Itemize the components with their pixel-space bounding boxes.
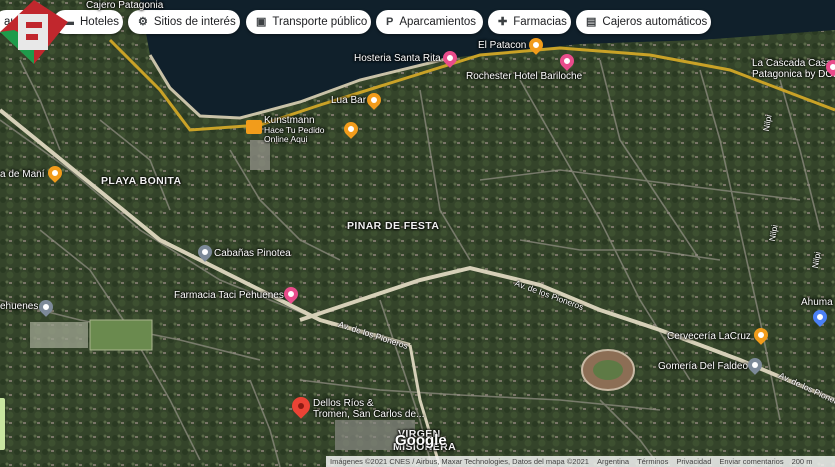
kunstmann-logo-icon[interactable]: [246, 120, 262, 134]
map-footer: Imágenes ©2021 CNES / Airbus, Maxar Tech…: [326, 456, 835, 467]
google-logo: Google: [395, 432, 447, 449]
category-filter-bar: aurantes ▬ Hoteles ⚙ Sitios de interés ▣…: [0, 10, 835, 36]
place-cerveceria[interactable]: Cervecería LaCruz: [667, 331, 751, 342]
place-lua-bar[interactable]: Lua Bar: [331, 95, 366, 106]
terms-link[interactable]: Términos: [637, 457, 668, 466]
chip-attractions[interactable]: ⚙ Sitios de interés: [128, 10, 240, 34]
selected-place-line2[interactable]: Tromen, San Carlos de...: [313, 409, 424, 420]
chip-atms[interactable]: ▤ Cajeros automáticos: [576, 10, 711, 34]
chip-parking[interactable]: P Aparcamientos: [376, 10, 483, 34]
place-gomeria[interactable]: Gomería Del Faldeo: [658, 361, 748, 372]
selected-place-line1[interactable]: Dellos Ríos &: [313, 398, 374, 409]
privacy-link[interactable]: Privacidad: [676, 457, 711, 466]
place-rochester-hotel[interactable]: Rochester Hotel Bariloche: [466, 71, 582, 82]
area-playa-bonita: PLAYA BONITA: [101, 175, 182, 187]
area-pinar-de-festa: PINAR DE FESTA: [347, 220, 440, 232]
chip-atms-label: Cajeros automáticos: [602, 16, 708, 28]
feedback-link[interactable]: Enviar comentarios: [719, 457, 783, 466]
chip-transit-label: Transporte público: [272, 16, 368, 28]
scale-label[interactable]: 200 m: [792, 457, 813, 466]
place-pehuenes[interactable]: ehuenes: [0, 301, 38, 312]
chip-parking-label: Aparcamientos: [399, 16, 477, 28]
country-label: Argentina: [596, 457, 630, 466]
place-la-cascada-line2[interactable]: Patagonica by DON: [752, 69, 835, 80]
chip-pharmacies[interactable]: ✚ Farmacias: [488, 10, 571, 34]
place-hosteria-santa-rita[interactable]: Hosteria Santa Rita: [354, 53, 441, 64]
place-mani[interactable]: a de Maní: [0, 169, 44, 180]
pharmacy-icon: ✚: [498, 16, 508, 28]
pinar-de-festa-logo-icon: [0, 0, 68, 64]
place-kunstmann-sub2: Online Aqui: [264, 134, 308, 144]
side-panel-tab[interactable]: [0, 398, 5, 450]
imagery-attribution: Imágenes ©2021 CNES / Airbus, Maxar Tech…: [330, 457, 589, 466]
satellite-imagery: [0, 0, 835, 467]
place-cabanas-pinotea[interactable]: Cabañas Pinotea: [214, 248, 291, 259]
place-ahuma[interactable]: Ahuma: [801, 297, 833, 308]
atm-icon: ▤: [586, 16, 597, 28]
chip-attractions-label: Sitios de interés: [153, 16, 236, 28]
chip-hotels-label: Hoteles: [80, 16, 119, 28]
bus-icon: ▣: [256, 16, 267, 28]
place-el-patacon[interactable]: El Patacon: [478, 40, 526, 51]
place-cajero-patagonia[interactable]: Cajero Patagonia: [86, 0, 163, 11]
place-la-cascada[interactable]: La Cascada Casa: [752, 58, 832, 69]
chip-transit[interactable]: ▣ Transporte público: [246, 10, 371, 34]
parking-icon: P: [386, 16, 394, 28]
chip-pharmacies-label: Farmacias: [513, 16, 567, 28]
place-farmacia-taci[interactable]: Farmacia Taci Pehuenes: [174, 290, 284, 301]
attraction-icon: ⚙: [138, 16, 148, 28]
map-canvas[interactable]: aurantes ▬ Hoteles ⚙ Sitios de interés ▣…: [0, 0, 835, 467]
